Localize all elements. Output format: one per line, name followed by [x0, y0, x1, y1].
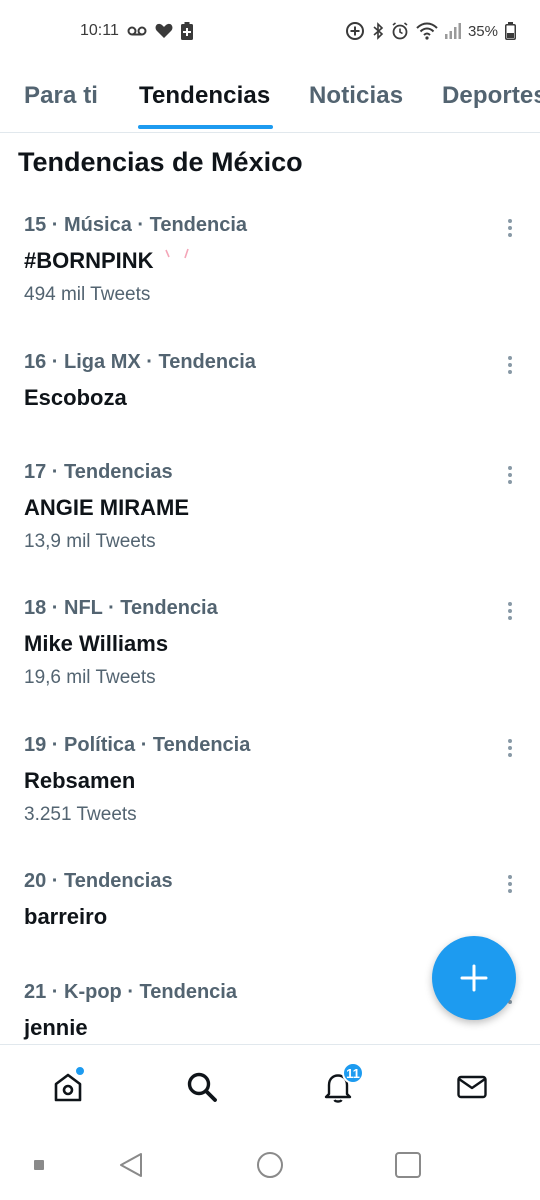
nav-notifications[interactable]: 11: [318, 1062, 364, 1107]
recent-apps-icon[interactable]: [22, 1148, 56, 1182]
tab-noticias[interactable]: Noticias: [309, 82, 403, 110]
back-icon[interactable]: [114, 1148, 148, 1182]
trend-meta: 20 · Tendencias: [24, 870, 173, 892]
tab-deportes[interactable]: Deportes: [442, 82, 540, 110]
trend-count: 3.251 Tweets: [24, 804, 137, 825]
tab-bar: Para ti Tendencias Noticias Deportes: [0, 62, 540, 133]
trend-meta: 16 · Liga MX · Tendencia: [24, 351, 256, 373]
search-icon: [187, 1072, 217, 1102]
trend-name: Escoboza: [24, 385, 127, 410]
overview-icon[interactable]: [391, 1148, 425, 1182]
battery-icon: [505, 21, 516, 41]
trend-meta: 19 · Política · Tendencia: [24, 734, 251, 756]
trend-name-text: #BORNPINK: [24, 248, 154, 273]
nav-home[interactable]: [48, 1065, 88, 1107]
more-options-icon[interactable]: [500, 872, 520, 896]
bottom-navigation: 11: [0, 1044, 540, 1131]
notifications-badge: 11: [342, 1062, 364, 1084]
trend-name: barreiro: [24, 904, 108, 929]
battery-plus-icon: [180, 21, 193, 41]
trend-name: ANGIE MIRAME: [24, 495, 189, 520]
trend-name: Mike Williams: [24, 631, 169, 656]
plus-icon: [460, 964, 488, 992]
compose-tweet-button[interactable]: [432, 936, 516, 1020]
bluetooth-icon: [372, 21, 384, 41]
wifi-icon: [416, 21, 438, 41]
messages-icon: [457, 1075, 487, 1099]
more-options-icon[interactable]: [500, 736, 520, 760]
trend-name: Rebsamen: [24, 768, 136, 793]
signal-icon: [444, 21, 461, 41]
trend-meta: 21 · K-pop · Tendencia: [24, 981, 237, 1003]
trend-item[interactable]: 15 · Música · Tendencia #BORNPINK 494 mi…: [0, 214, 540, 324]
trend-name: jennie: [24, 1015, 88, 1040]
active-tab-indicator: [138, 125, 273, 129]
status-time: 10:11: [80, 22, 119, 39]
status-left: 10:11: [80, 20, 193, 42]
trend-meta: 18 · NFL · Tendencia: [24, 597, 218, 619]
battery-percent: 35%: [467, 22, 498, 40]
more-options-icon[interactable]: [500, 599, 520, 623]
trend-item[interactable]: 16 · Liga MX · Tendencia Escoboza: [0, 351, 540, 431]
home-button-icon[interactable]: [253, 1148, 287, 1182]
more-options-icon[interactable]: [500, 353, 520, 377]
section-title: Tendencias de México: [18, 147, 303, 177]
more-options-icon[interactable]: [500, 216, 520, 240]
nav-search[interactable]: [182, 1067, 222, 1107]
more-options-icon[interactable]: [500, 463, 520, 487]
tab-para-ti[interactable]: Para ti: [24, 82, 98, 110]
trend-meta: 15 · Música · Tendencia: [24, 214, 248, 236]
trend-item[interactable]: 19 · Política · Tendencia Rebsamen 3.251…: [0, 734, 540, 844]
hashflag-icon: [164, 248, 189, 259]
data-saver-icon: [345, 21, 365, 41]
trend-item[interactable]: 17 · Tendencias ANGIE MIRAME 13,9 mil Tw…: [0, 461, 540, 571]
trend-count: 19,6 mil Tweets: [24, 667, 156, 688]
nav-messages[interactable]: [452, 1067, 492, 1107]
trend-meta: 17 · Tendencias: [24, 461, 173, 483]
status-bar: 10:11 35%: [0, 0, 540, 62]
heart-icon: [155, 21, 173, 41]
trend-item[interactable]: 18 · NFL · Tendencia Mike Williams 19,6 …: [0, 597, 540, 707]
voicemail-icon: [127, 21, 147, 41]
home-new-dot: [74, 1065, 86, 1077]
trend-name: #BORNPINK: [24, 248, 194, 274]
status-right: 35%: [345, 20, 516, 42]
alarm-icon: [391, 21, 409, 41]
trend-count: 13,9 mil Tweets: [24, 531, 156, 552]
screen: 10:11 35% Para ti Tendencias Noticias De…: [0, 0, 540, 1200]
system-navigation-bar: [0, 1130, 540, 1200]
trend-count: 494 mil Tweets: [24, 284, 151, 305]
tab-tendencias[interactable]: Tendencias: [139, 82, 270, 110]
